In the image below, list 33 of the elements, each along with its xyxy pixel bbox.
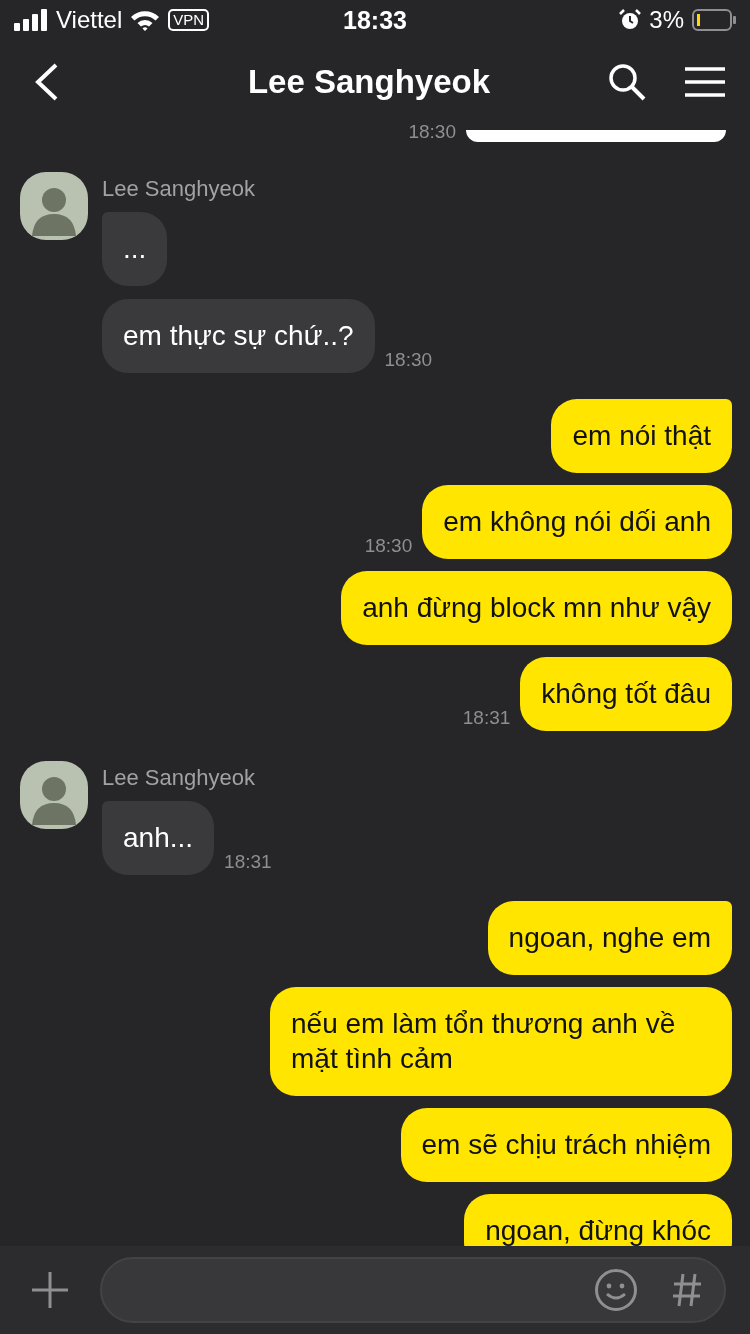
message-time: 18:30	[408, 124, 456, 144]
vpn-badge: VPN	[168, 9, 210, 31]
battery-percent: 3%	[649, 6, 684, 34]
message-time: 18:31	[224, 851, 272, 874]
battery-icon	[692, 9, 736, 31]
avatar-icon[interactable]	[20, 761, 88, 829]
chat-title: Lee Sanghyeok	[246, 63, 492, 101]
message-bubble: anh...	[102, 801, 215, 875]
message-bubble: nếu em làm tổn thương anh về mặt tình cảm	[270, 987, 732, 1096]
sender-name: Lee Sanghyeok	[102, 765, 256, 791]
alarm-icon	[619, 9, 642, 31]
message-time: 18:30	[384, 349, 433, 372]
message-time: 18:30	[364, 535, 413, 558]
message-bubble: anh đừng block mn như vậy	[341, 571, 732, 645]
message-bubble: không tốt đâu	[520, 657, 732, 731]
message-bubble: ngoan, đừng khóc	[464, 1194, 732, 1246]
signal-icon	[14, 9, 48, 31]
emoji-button[interactable]	[594, 1268, 638, 1312]
hashtag-button[interactable]	[672, 1272, 702, 1308]
message-time: 18:31	[462, 707, 511, 730]
message-bubble: ...	[102, 212, 168, 286]
clock-time: 18:33	[343, 5, 407, 35]
sender-name: Lee Sanghyeok	[102, 176, 256, 202]
wifi-icon	[130, 9, 161, 31]
message-bubble: em không nói dối anh	[422, 485, 732, 559]
call-card-footer[interactable]	[466, 130, 726, 142]
carrier-name: Viettel	[56, 6, 123, 34]
message-bubble: ngoan, nghe em	[487, 901, 732, 975]
message-bubble: em sẽ chịu trách nhiệm	[400, 1108, 732, 1182]
message-bubble: em nói thật	[551, 399, 732, 473]
message-bubble: em thực sự chứ..?	[102, 299, 375, 373]
avatar-icon[interactable]	[20, 172, 88, 240]
add-button[interactable]	[30, 1270, 70, 1310]
